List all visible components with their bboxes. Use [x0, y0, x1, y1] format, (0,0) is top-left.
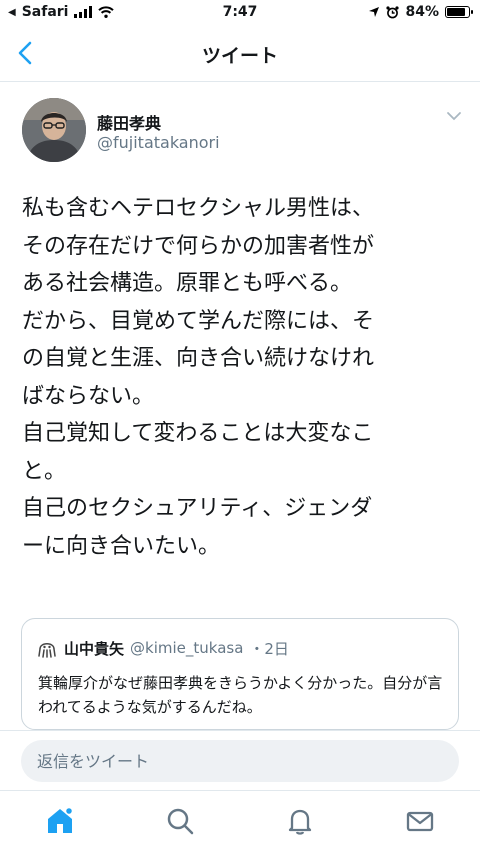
status-right: 84% — [368, 4, 473, 20]
messages-icon[interactable] — [404, 805, 436, 837]
notifications-icon[interactable] — [284, 805, 316, 837]
page-title: ツイート — [201, 45, 278, 67]
home-icon[interactable] — [44, 805, 76, 837]
quote-header: 山中貴矢 @kimie_tukasa ・2日 — [36, 637, 289, 659]
battery-icon — [445, 6, 473, 18]
author-avatar[interactable] — [22, 98, 86, 162]
author-name[interactable]: 藤田孝典 — [97, 110, 161, 134]
quote-time: ・2日 — [249, 639, 289, 658]
search-icon[interactable] — [164, 805, 196, 837]
status-bar: ◀ Safari 7:47 84% — [0, 0, 480, 26]
reply-bar — [0, 730, 480, 790]
tweet-text: 私も含むヘテロセクシャル男性は、 その存在だけで何らかの加害者性が ある社会構造… — [22, 196, 375, 559]
alarm-icon — [386, 5, 400, 18]
chevron-down-icon[interactable] — [446, 110, 462, 122]
quote-text: 箕輪厚介がなぜ藤田孝典をきらうかよく分かった。自分が言われてるような気がするんだ… — [38, 674, 443, 716]
quote-avatar-icon — [38, 643, 56, 658]
battery-percent: 84% — [405, 4, 439, 20]
author-handle[interactable]: @fujitatakanori — [97, 133, 220, 152]
navigation-bar: ツイート — [0, 26, 480, 82]
quote-author-handle: @kimie_tukasa — [130, 639, 244, 657]
quote-author-name: 山中貴矢 — [64, 639, 125, 658]
location-icon — [369, 7, 380, 17]
reply-input[interactable] — [21, 740, 459, 782]
tab-bar — [0, 790, 480, 854]
avatar-image — [22, 98, 86, 162]
quoted-tweet[interactable]: 山中貴矢 @kimie_tukasa ・2日 箕輪厚介がなぜ藤田孝典をきらうかよ… — [21, 618, 459, 730]
battery-level — [447, 8, 465, 16]
